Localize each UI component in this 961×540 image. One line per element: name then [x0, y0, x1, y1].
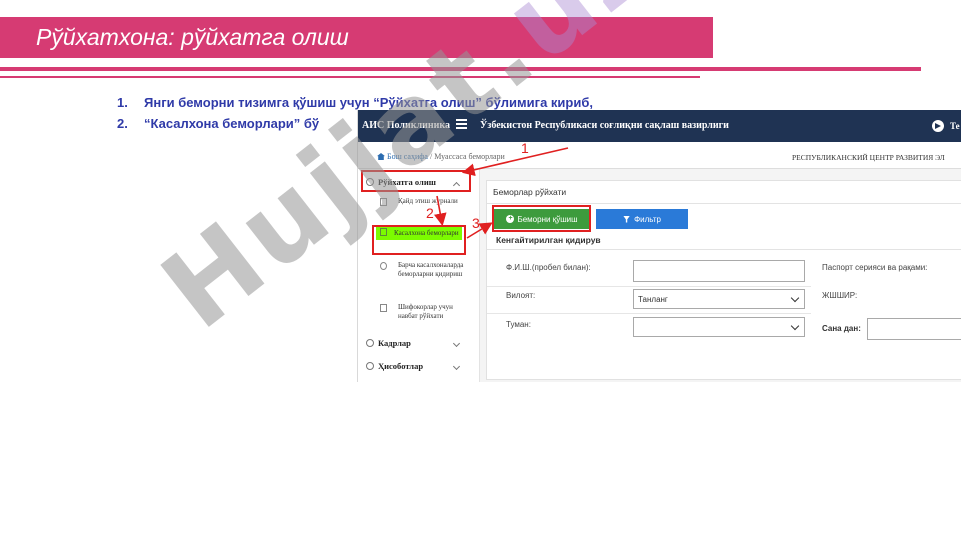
sidebar-subitem-label: Шифокорлар учун навбат рўйхати — [398, 303, 453, 320]
sidebar-item-staff[interactable]: Кадрлар — [366, 338, 461, 348]
chevron-down-icon — [790, 321, 800, 331]
organization-name: РЕСПУБЛИКАНСКИЙ ЦЕНТР РАЗВИТИЯ ЭЛ — [792, 153, 945, 162]
jshshir-label: ЖШШИР: — [822, 291, 858, 300]
main-panel: Беморлар рўйхати + Беморни қўшиш Фильтр К… — [480, 169, 961, 382]
card-title: Беморлар рўйхати — [493, 187, 567, 197]
staff-icon — [366, 339, 374, 347]
district-select[interactable] — [633, 317, 805, 337]
step-number: 1. — [117, 95, 128, 110]
field-divider — [487, 286, 811, 287]
annotation-number-2: 2 — [426, 205, 434, 221]
region-selected-value: Танланг — [638, 294, 668, 304]
sidebar-subitem-doctor-queue[interactable]: Шифокорлар учун навбат рўйхати — [380, 303, 468, 321]
card-divider — [487, 203, 961, 204]
advanced-search-divider — [487, 249, 961, 250]
sidebar-item-reports[interactable]: Ҳисоботлар — [366, 361, 461, 371]
sidebar-subitem-search-all[interactable]: Барча касалхоналарда беморларни қидириш — [380, 261, 468, 279]
date-from-label: Сана дан: — [822, 324, 861, 333]
annotation-box-hospital-patients — [372, 225, 466, 255]
header-rule-thin — [0, 76, 700, 78]
ministry-title: Ўзбекистон Республикаси соғлиқни сақлаш … — [480, 120, 729, 131]
chevron-down-icon — [790, 293, 800, 303]
fio-label: Ф.И.Ш.(пробел билан): — [506, 263, 591, 272]
sidebar-item-label: Ҳисоботлар — [378, 361, 424, 371]
telegram-label[interactable]: Те — [950, 121, 960, 131]
region-select[interactable]: Танланг — [633, 289, 805, 309]
telegram-icon[interactable] — [932, 120, 944, 132]
step-number: 2. — [117, 116, 128, 131]
filter-label: Фильтр — [634, 214, 661, 224]
slide-title: Рўйхатхона: рўйхатга олиш — [36, 24, 349, 50]
district-label: Туман: — [506, 320, 531, 329]
sidebar-subitem-label: Барча касалхоналарда беморларни қидириш — [398, 261, 464, 278]
field-divider — [487, 313, 811, 314]
chevron-down-icon — [452, 339, 461, 348]
fio-input[interactable] — [633, 260, 805, 282]
sidebar-item-label: Кадрлар — [378, 338, 411, 348]
filter-button[interactable]: Фильтр — [596, 209, 688, 229]
step-text: “Касалхона беморлари” бў — [144, 116, 320, 131]
advanced-search-title: Кенгайтирилган қидирув — [496, 235, 601, 245]
date-from-input[interactable] — [867, 318, 961, 340]
search-icon — [380, 262, 387, 270]
reports-icon — [366, 362, 374, 370]
monitor-icon — [380, 304, 387, 312]
filter-icon — [623, 215, 631, 223]
chevron-down-icon — [452, 362, 461, 371]
annotation-box-add-patient — [492, 205, 591, 232]
passport-label: Паспорт серияси ва рақами: — [822, 263, 928, 272]
annotation-number-1: 1 — [521, 140, 529, 156]
region-label: Вилоят: — [506, 291, 536, 300]
annotation-number-3: 3 — [472, 215, 480, 231]
